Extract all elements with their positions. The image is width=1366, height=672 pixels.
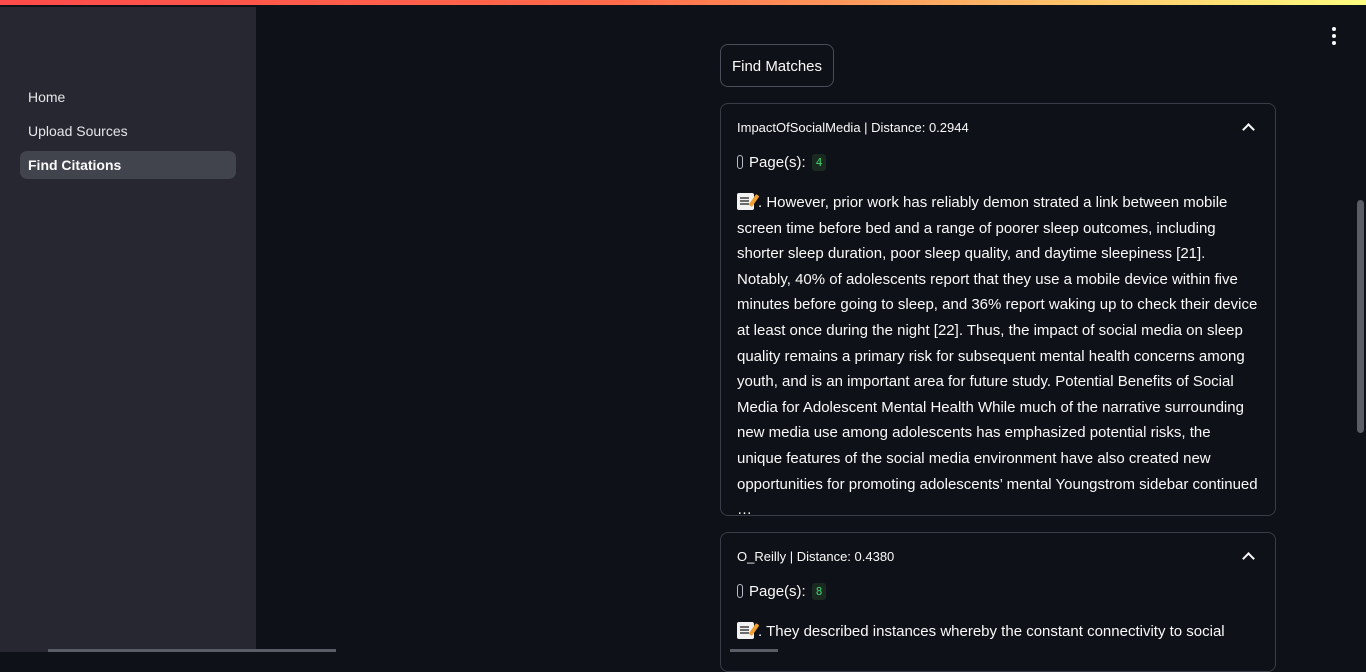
top-accent-bar xyxy=(0,0,1366,7)
sidebar-item-home[interactable]: Home xyxy=(20,83,236,111)
main-vertical-scrollbar[interactable] xyxy=(1357,200,1364,433)
excerpt-text: . They described instances whereby the c… xyxy=(758,623,1225,640)
chevron-up-icon[interactable] xyxy=(1242,552,1255,565)
result-body: Page(s): 8 . They described instances wh… xyxy=(721,579,1275,645)
main-menu-button[interactable] xyxy=(1322,24,1346,48)
result-expander-header[interactable]: O_Reilly | Distance: 0.4380 xyxy=(721,533,1275,579)
result-excerpt: . However, prior work has reliably demon… xyxy=(737,190,1259,523)
result-expander: ImpactOfSocialMedia | Distance: 0.2944 P… xyxy=(720,103,1276,516)
paperclip-icon xyxy=(737,155,743,169)
pages-label: Page(s): xyxy=(749,154,806,171)
result-expander: O_Reilly | Distance: 0.4380 Page(s): 8 .… xyxy=(720,532,1276,672)
vertical-ellipsis-icon xyxy=(1332,27,1336,31)
sidebar-nav: Home Upload Sources Find Citations xyxy=(20,83,236,185)
result-pages: Page(s): 4 xyxy=(737,150,1259,174)
memo-icon xyxy=(737,622,754,639)
result-title: ImpactOfSocialMedia | Distance: 0.2944 xyxy=(737,120,969,135)
sidebar-item-find-citations[interactable]: Find Citations xyxy=(20,151,236,179)
pages-label: Page(s): xyxy=(749,583,806,600)
result-title: O_Reilly | Distance: 0.4380 xyxy=(737,549,894,564)
result-body: Page(s): 4 . However, prior work has rel… xyxy=(721,150,1275,523)
sidebar: Home Upload Sources Find Citations xyxy=(0,7,256,652)
result-expander-header[interactable]: ImpactOfSocialMedia | Distance: 0.2944 xyxy=(721,104,1275,150)
result-pages: Page(s): 8 xyxy=(737,579,1259,603)
memo-icon xyxy=(737,193,754,210)
sidebar-item-upload-sources[interactable]: Upload Sources xyxy=(20,117,236,145)
find-matches-button[interactable]: Find Matches xyxy=(720,44,834,87)
chevron-up-icon[interactable] xyxy=(1242,123,1255,136)
paperclip-icon xyxy=(737,584,743,598)
page-number-badge: 4 xyxy=(812,154,827,171)
excerpt-text: . However, prior work has reliably demon… xyxy=(737,194,1258,518)
result-excerpt: . They described instances whereby the c… xyxy=(737,619,1259,645)
page-number-badge: 8 xyxy=(812,583,827,600)
